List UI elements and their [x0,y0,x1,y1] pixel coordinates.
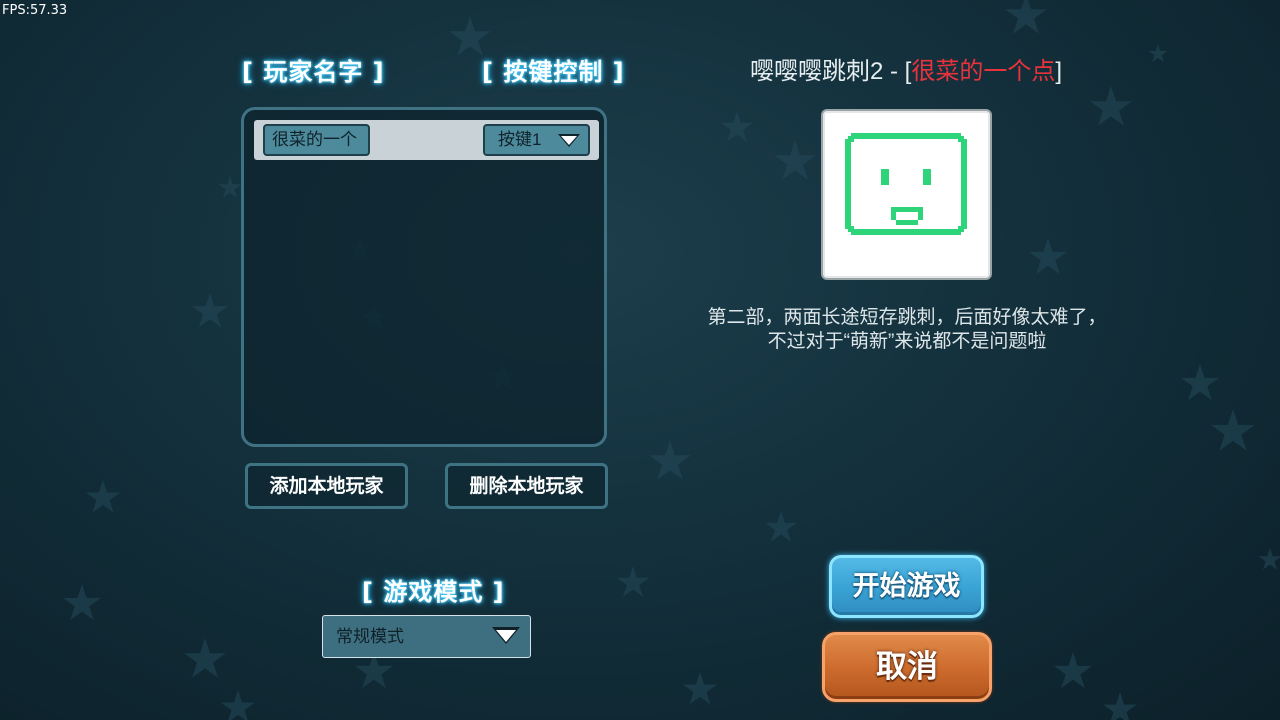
fps-counter: FPS:57.33 [2,3,68,18]
map-preview [821,109,992,280]
chevron-down-icon [558,134,580,147]
player-name-header: [ 玩家名字 ] [242,58,385,86]
map-author: 很菜的一个点 [911,58,1056,85]
game-mode-dropdown[interactable]: 常规模式 [322,615,531,658]
game-mode-label: 常规模式 [336,627,404,646]
starry-background [62,0,1280,720]
key-control-header: [ 按键控制 ] [482,58,625,86]
map-title: 嘤嘤嘤跳刺2 - [很菜的一个点] [700,51,1112,86]
start-game-button[interactable]: 开始游戏 [829,555,984,618]
map-title-close: ] [1055,58,1062,85]
chevron-down-icon [492,627,520,644]
key-binding-dropdown[interactable]: 按键1 [483,124,590,156]
game-mode-header: [ 游戏模式 ] [362,578,505,606]
cancel-button[interactable]: 取消 [822,632,992,702]
preview-drawing [845,133,967,235]
map-description: 第二部，两面长途短存跳刺，后面好像太难了，不过对于“萌新”来说都不是问题啦 [707,307,1107,352]
key-binding-label: 按键1 [498,130,542,149]
remove-local-player-button[interactable]: 删除本地玩家 [445,463,608,509]
smiley-block-icon [845,133,967,235]
map-name: 嘤嘤嘤跳刺2 - [ [749,58,912,85]
add-local-player-button[interactable]: 添加本地玩家 [245,463,408,509]
player-name-field[interactable]: 很菜的一个 [263,124,370,156]
